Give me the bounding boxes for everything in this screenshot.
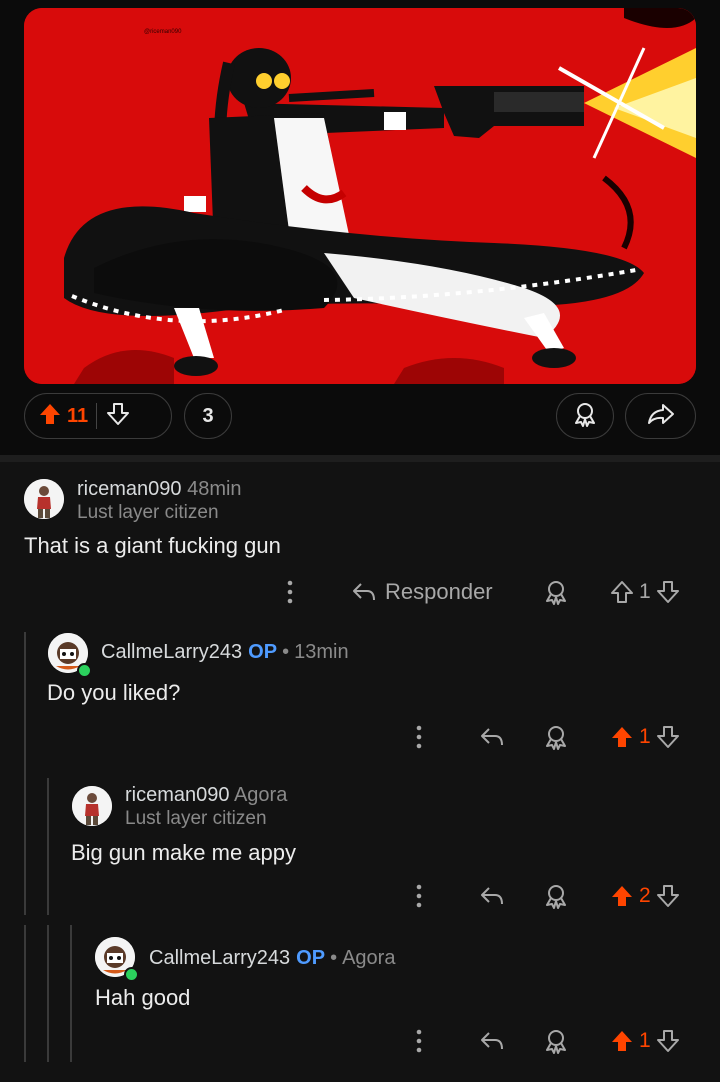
- downvote-icon[interactable]: [107, 402, 130, 431]
- comment-author[interactable]: CallmeLarry243: [149, 947, 290, 969]
- share-icon: [647, 402, 675, 431]
- downvote-icon[interactable]: [656, 580, 679, 604]
- downvote-icon[interactable]: [656, 1029, 679, 1053]
- op-badge: OP: [296, 947, 326, 969]
- comment-body: That is a giant fucking gun: [24, 533, 281, 558]
- comment-body: Big gun make me appy: [71, 840, 297, 865]
- comment-author[interactable]: riceman090: [125, 784, 230, 806]
- comment-score: 1: [639, 725, 651, 748]
- more-options-icon[interactable]: [412, 878, 426, 914]
- upvote-filled-icon[interactable]: [611, 1029, 633, 1053]
- reply-label: Responder: [385, 579, 493, 604]
- comment-score: 1: [639, 1029, 651, 1052]
- user-flair: Lust layer citizen: [77, 502, 219, 523]
- award-icon[interactable]: [543, 719, 569, 755]
- post-image[interactable]: @riceman090: [24, 8, 696, 384]
- reply-icon: [353, 583, 375, 601]
- section-divider: [0, 455, 720, 462]
- comment-actions: Responder 1: [0, 574, 720, 610]
- more-options-icon[interactable]: [412, 719, 426, 755]
- share-button[interactable]: [625, 393, 696, 439]
- reply-icon[interactable]: [479, 719, 505, 755]
- comment-meta: CallmeLarry243 OP • Agora: [149, 947, 395, 970]
- upvote-filled-icon[interactable]: [611, 884, 633, 908]
- vote-divider: [96, 403, 98, 429]
- op-badge: OP: [248, 641, 278, 663]
- comments-count: 3: [202, 404, 214, 427]
- comment-score: 2: [639, 884, 651, 907]
- comment-1: riceman090 48min Lust layer citizen That…: [0, 462, 720, 612]
- downvote-icon[interactable]: [656, 725, 679, 749]
- downvote-icon[interactable]: [656, 884, 679, 908]
- vote-controls: 1: [611, 719, 679, 755]
- svg-text:@riceman090: @riceman090: [144, 29, 182, 35]
- online-status-dot: [124, 967, 139, 982]
- upvote-icon[interactable]: [611, 580, 633, 604]
- vote-controls: 1: [611, 574, 679, 610]
- avatar[interactable]: [24, 479, 64, 519]
- meta-separator: •: [330, 947, 338, 969]
- comment-author[interactable]: CallmeLarry243: [101, 641, 242, 663]
- award-icon[interactable]: [543, 1023, 569, 1059]
- reply-icon[interactable]: [479, 878, 505, 914]
- user-flair: Lust layer citizen: [125, 808, 267, 829]
- comment-body: Hah good: [95, 985, 191, 1010]
- more-options-icon[interactable]: [283, 574, 297, 610]
- comment-4: CallmeLarry243 OP • Agora Hah good 1: [0, 927, 720, 1077]
- comment-time: Agora: [233, 784, 288, 806]
- vote-pill: 11: [24, 393, 172, 439]
- reply-button[interactable]: Responder: [351, 574, 493, 610]
- comment-actions: 1: [0, 719, 720, 755]
- comment-time: 48min: [187, 478, 242, 500]
- maid-gunner-illustration: @riceman090: [24, 8, 696, 384]
- avatar[interactable]: [72, 786, 112, 826]
- vote-controls: 1: [611, 1023, 679, 1059]
- comment-actions: 1: [0, 1023, 720, 1059]
- award-icon[interactable]: [543, 574, 569, 610]
- comments-section: riceman090 48min Lust layer citizen That…: [0, 462, 720, 1082]
- meta-separator: •: [282, 641, 290, 663]
- upvote-count: 11: [67, 404, 89, 427]
- comment-3: riceman090 Agora Lust layer citizen Big …: [0, 772, 720, 922]
- comment-time: 13min: [294, 641, 349, 663]
- post-action-bar: 11 3: [24, 393, 696, 441]
- upvote-filled-icon[interactable]: [39, 402, 61, 431]
- reply-icon[interactable]: [479, 1023, 505, 1059]
- comment-2: CallmeLarry243 OP • 13min Do you liked? 1: [0, 627, 720, 767]
- award-icon[interactable]: [543, 878, 569, 914]
- comment-score: 1: [639, 580, 651, 603]
- award-button[interactable]: [556, 393, 614, 439]
- upvote-filled-icon[interactable]: [611, 725, 633, 749]
- comment-meta: CallmeLarry243 OP • 13min: [101, 641, 349, 664]
- comments-button[interactable]: 3: [184, 393, 232, 439]
- comment-meta: riceman090 48min: [77, 478, 242, 501]
- vote-controls: 2: [611, 878, 679, 914]
- award-icon: [572, 401, 598, 432]
- comment-actions: 2: [0, 878, 720, 914]
- comment-author[interactable]: riceman090: [77, 478, 182, 500]
- online-status-dot: [77, 663, 92, 678]
- comment-time: Agora: [342, 947, 396, 969]
- more-options-icon[interactable]: [412, 1023, 426, 1059]
- comment-body: Do you liked?: [47, 680, 181, 705]
- comment-meta: riceman090 Agora: [125, 784, 287, 807]
